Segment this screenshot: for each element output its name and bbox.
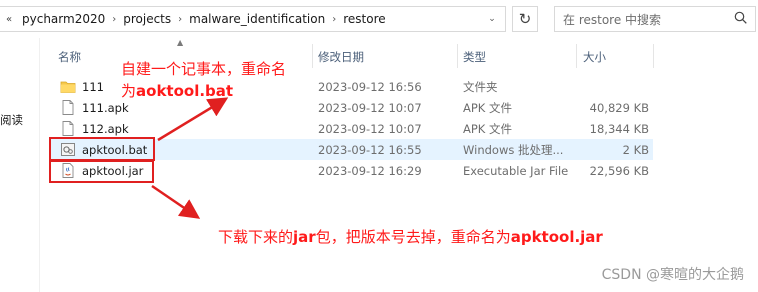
arrow-to-jar-note (151, 184, 201, 219)
annotation-arrows (151, 97, 229, 219)
watermark: CSDN @寒暄的大企鹅 (601, 267, 744, 283)
annotation-rename-prefix: 为 (121, 82, 137, 100)
annotation-jar-word: jar (293, 228, 316, 246)
annotation-jar-mid: 包，把版本号去掉，重命名为 (315, 228, 511, 246)
annotation-create-notepad: 自建一个记事本，重命名 (121, 60, 287, 78)
annotation-rename-jar: 下载下来的jar包，把版本号去掉，重命名为apktool.jar (218, 226, 603, 247)
annotation-jar-filename: apktool.jar (510, 228, 603, 246)
annotation-bat-filename: aoktool.bat (136, 82, 234, 100)
arrow-to-bat-note (157, 97, 229, 142)
annotation-rename-bat: 为aoktool.bat (121, 80, 233, 101)
annotation-jar-prefix: 下载下来的 (218, 228, 294, 246)
